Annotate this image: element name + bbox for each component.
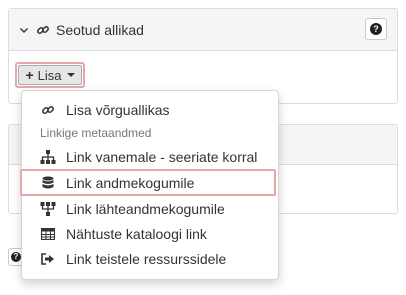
menu-item-link-parent[interactable]: Link vanemale - seeriate korral bbox=[22, 144, 278, 169]
plus-icon: + bbox=[25, 67, 34, 83]
menu-item-add-online-resource[interactable]: Lisa võrguallikas bbox=[22, 97, 278, 122]
database-icon bbox=[40, 175, 56, 191]
menu-section-header: Linkige metaandmed bbox=[40, 126, 152, 140]
menu-item-link-other-resources[interactable]: Link teistele ressurssidele bbox=[22, 246, 278, 271]
menu-item-label: Link vanemale - seeriate korral bbox=[66, 148, 258, 165]
link-icon bbox=[40, 102, 56, 118]
related-resources-panel-header[interactable]: Seotud allikad ? bbox=[9, 9, 397, 51]
table-icon bbox=[40, 226, 56, 242]
add-dropdown-menu: Lisa võrguallikas Linkige metaandmed Lin… bbox=[20, 90, 279, 280]
question-icon: ? bbox=[11, 252, 21, 262]
menu-item-label: Lisa võrguallikas bbox=[66, 101, 170, 118]
menu-item-feature-catalog-link[interactable]: Nähtuste kataloogi link bbox=[22, 221, 278, 246]
help-button[interactable]: ? bbox=[365, 18, 387, 40]
menu-item-label: Link andmekogumile bbox=[66, 174, 195, 191]
menu-item-link-dataset[interactable]: Link andmekogumile bbox=[20, 169, 276, 196]
add-button[interactable]: + Lisa bbox=[15, 62, 85, 88]
question-icon: ? bbox=[370, 23, 382, 35]
menu-item-label: Link teistele ressurssidele bbox=[66, 250, 227, 267]
link-icon bbox=[36, 23, 50, 37]
add-button-body[interactable]: + Lisa bbox=[18, 65, 82, 85]
sitemap-icon bbox=[40, 149, 56, 165]
add-button-label: Lisa bbox=[37, 67, 62, 83]
caret-down-icon bbox=[66, 73, 75, 77]
sign-out-icon bbox=[40, 251, 56, 267]
menu-item-link-source-dataset[interactable]: Link lähteandmekogumile bbox=[22, 196, 278, 221]
source-tree-icon bbox=[40, 201, 56, 217]
menu-item-label: Nähtuste kataloogi link bbox=[66, 225, 207, 242]
menu-item-label: Link lähteandmekogumile bbox=[66, 200, 225, 217]
chevron-down-icon[interactable] bbox=[18, 24, 30, 36]
panel-title: Seotud allikad bbox=[56, 21, 144, 38]
